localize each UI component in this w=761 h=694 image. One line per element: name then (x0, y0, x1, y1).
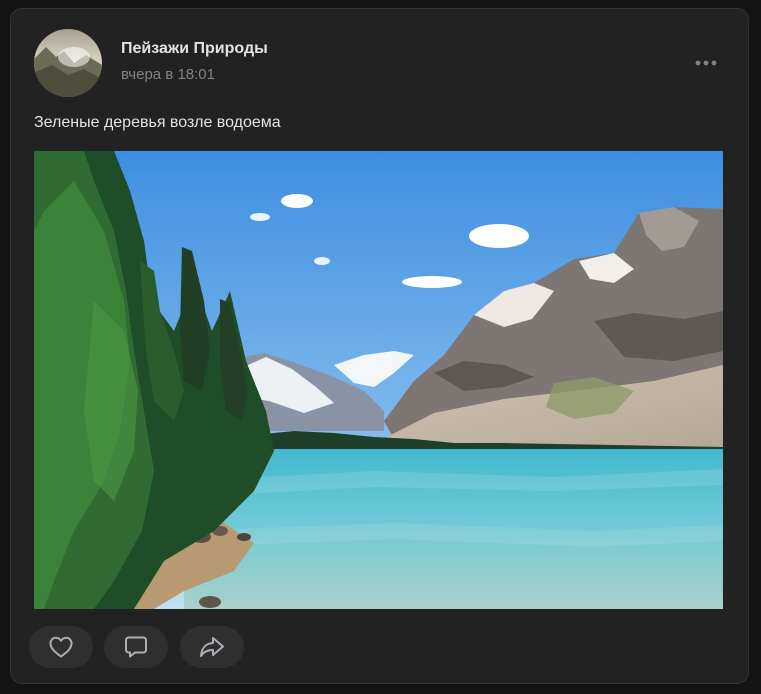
post-photo[interactable] (34, 151, 723, 609)
comment-icon (125, 636, 147, 658)
community-name[interactable]: Пейзажи Природы (121, 40, 268, 58)
heart-icon (49, 636, 73, 658)
more-dots-icon (695, 60, 717, 66)
more-options-button[interactable] (691, 53, 721, 73)
like-button[interactable] (29, 626, 93, 668)
mountain-lake-photo (34, 151, 723, 609)
share-button[interactable] (180, 626, 244, 668)
comment-button[interactable] (104, 626, 168, 668)
post-text: Зеленые деревья возле водоема (34, 114, 281, 131)
share-arrow-icon (200, 637, 224, 657)
post-timestamp[interactable]: вчера в 18:01 (121, 66, 215, 83)
community-avatar[interactable] (34, 29, 102, 97)
post-card: Пейзажи Природы вчера в 18:01 Зеленые де… (10, 8, 749, 684)
avatar-landscape-icon (34, 29, 102, 97)
